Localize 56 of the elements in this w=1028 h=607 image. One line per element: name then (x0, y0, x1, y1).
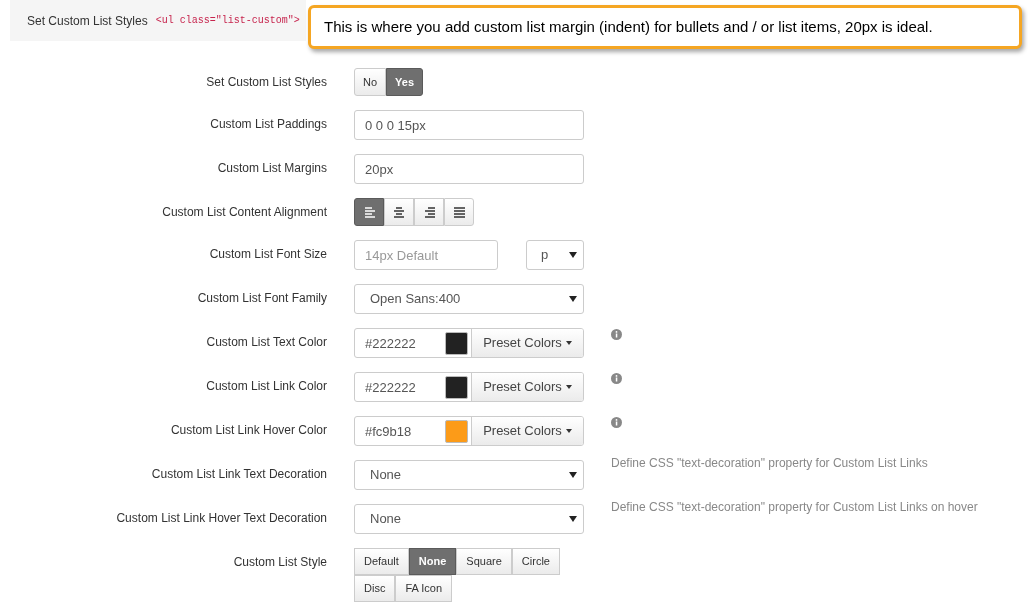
dropdown[interactable]: None (354, 460, 584, 490)
code-snippet: <ul class="list-custom"> (155, 14, 300, 28)
toggle-option[interactable]: Yes (386, 68, 424, 96)
hint-text: Define CSS "text-decoration" property for Custom List Links (611, 455, 928, 472)
field-label: Custom List Text Color (206, 334, 327, 351)
text-field[interactable]: 20px (354, 154, 584, 184)
color-picker-field[interactable]: #222222 Preset Colors (354, 328, 584, 358)
info-icon (611, 373, 622, 384)
list-style-option[interactable]: Circle (511, 548, 560, 575)
field-label: Custom List Link Color (206, 378, 327, 395)
field-label: Custom List Font Size (209, 246, 327, 263)
field-label: Custom List Link Hover Text Decoration (116, 510, 327, 527)
list-style-option[interactable]: Square (456, 548, 512, 575)
field-label: Custom List Font Family (197, 290, 327, 307)
list-style-option[interactable]: FA Icon (395, 575, 453, 602)
align-center-icon (392, 205, 406, 219)
toggle-option[interactable]: No (354, 68, 387, 96)
dropdown[interactable]: None (354, 504, 584, 534)
color-swatch[interactable] (445, 419, 468, 443)
field-label: Custom List Link Hover Color (170, 422, 327, 439)
caret-icon (569, 296, 577, 302)
color-picker-field[interactable]: #222222 Preset Colors (354, 372, 584, 402)
color-swatch[interactable] (445, 375, 468, 399)
preset-colors-button[interactable]: Preset Colors (471, 329, 583, 357)
font-size-field[interactable]: 14px Default (354, 240, 498, 270)
field-label: Custom List Style (233, 554, 327, 571)
preset-colors-button[interactable]: Preset Colors (471, 373, 583, 401)
color-swatch[interactable] (445, 331, 468, 355)
color-picker-field[interactable]: #fc9b18 Preset Colors (354, 416, 584, 446)
info-icon (611, 417, 622, 428)
list-style-option[interactable]: Default (354, 548, 409, 575)
list-style-option[interactable]: Disc (354, 575, 396, 602)
align-left-icon (362, 205, 376, 219)
align-right-icon (422, 205, 436, 219)
field-label: Custom List Link Text Decoration (151, 466, 327, 483)
caret-icon (565, 385, 572, 389)
align-option[interactable] (354, 198, 384, 226)
field-label: Custom List Margins (217, 160, 327, 177)
caret-icon (565, 429, 572, 433)
caret-icon (569, 516, 577, 522)
align-justify-icon (452, 205, 466, 219)
text-field[interactable]: 0 0 0 15px (354, 110, 584, 140)
info-icon (611, 329, 622, 340)
preset-colors-button[interactable]: Preset Colors (471, 417, 583, 445)
caret-icon (569, 472, 577, 478)
field-label: Custom List Content Alignment (162, 204, 327, 221)
caret-icon (569, 252, 577, 258)
dropdown[interactable]: Open Sans:400 (354, 284, 584, 314)
field-label: Custom List Paddings (210, 116, 327, 133)
caret-icon (565, 341, 572, 345)
field-label: Set Custom List Styles (206, 74, 327, 91)
hint-text: Define CSS "text-decoration" property for Custom List Links on hover (611, 499, 978, 516)
unit-dropdown[interactable]: p (526, 240, 584, 270)
list-style-option[interactable]: None (408, 548, 457, 575)
callout-note: This is where you add custom list margin (indent) for bullets and / or list items, 20px is ideal. (308, 5, 1022, 49)
section-title: Set Custom List Styles (27, 12, 148, 30)
